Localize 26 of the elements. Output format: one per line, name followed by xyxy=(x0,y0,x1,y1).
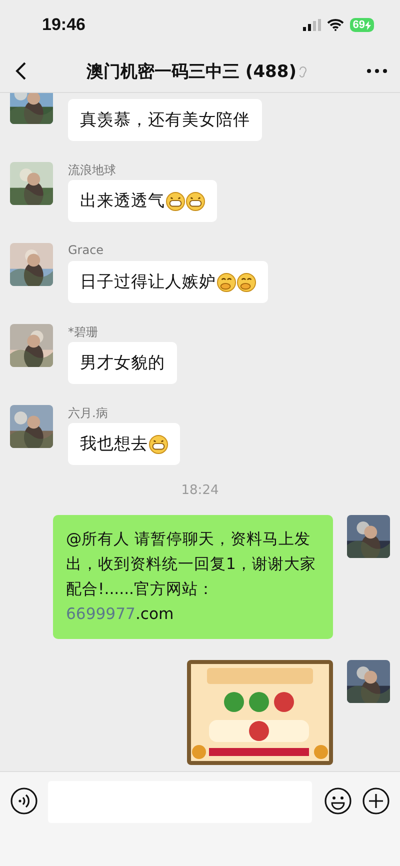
message-bubble[interactable]: 男才女貌的 xyxy=(68,342,177,384)
sender-name: 流浪地球 xyxy=(68,162,117,176)
wifi-icon xyxy=(326,19,344,31)
more-icon[interactable] xyxy=(366,68,388,74)
back-icon[interactable] xyxy=(14,61,28,81)
message-bubble[interactable]: 我也想去 xyxy=(68,423,180,465)
giggle-emoji-icon xyxy=(217,272,236,292)
chat-title: 澳门机密一码三中三 (488) xyxy=(86,60,296,82)
sender-name: 六月.病 xyxy=(68,405,109,419)
battery-indicator: 69 xyxy=(350,18,374,32)
grin-emoji-icon xyxy=(149,434,168,454)
message-bubble[interactable]: 日子过得让人嫉妒 xyxy=(68,261,268,303)
grin-emoji-icon xyxy=(186,192,205,210)
grin-emoji-icon xyxy=(166,192,185,210)
status-time: 19:46 xyxy=(42,15,86,35)
timestamp: 18:24 xyxy=(181,483,219,498)
giggle-emoji-icon xyxy=(237,272,256,292)
emoji-icon[interactable] xyxy=(324,787,352,815)
sender-name: Grace xyxy=(68,243,105,257)
message-bubble[interactable]: @所有人 请暂停聊天，资料马上发出，收到资料统一回复1，谢谢大家配合!......官方网站： 6699977.com xyxy=(53,515,333,639)
signal-icon xyxy=(302,19,321,31)
message-bubble[interactable]: 真羡慕，还有美女陪伴 xyxy=(68,99,262,141)
sender-name: *碧珊 xyxy=(68,324,99,338)
add-icon[interactable] xyxy=(362,787,390,815)
message-bubble[interactable]: 出来透透气 xyxy=(68,180,217,222)
voice-icon[interactable] xyxy=(10,787,38,815)
